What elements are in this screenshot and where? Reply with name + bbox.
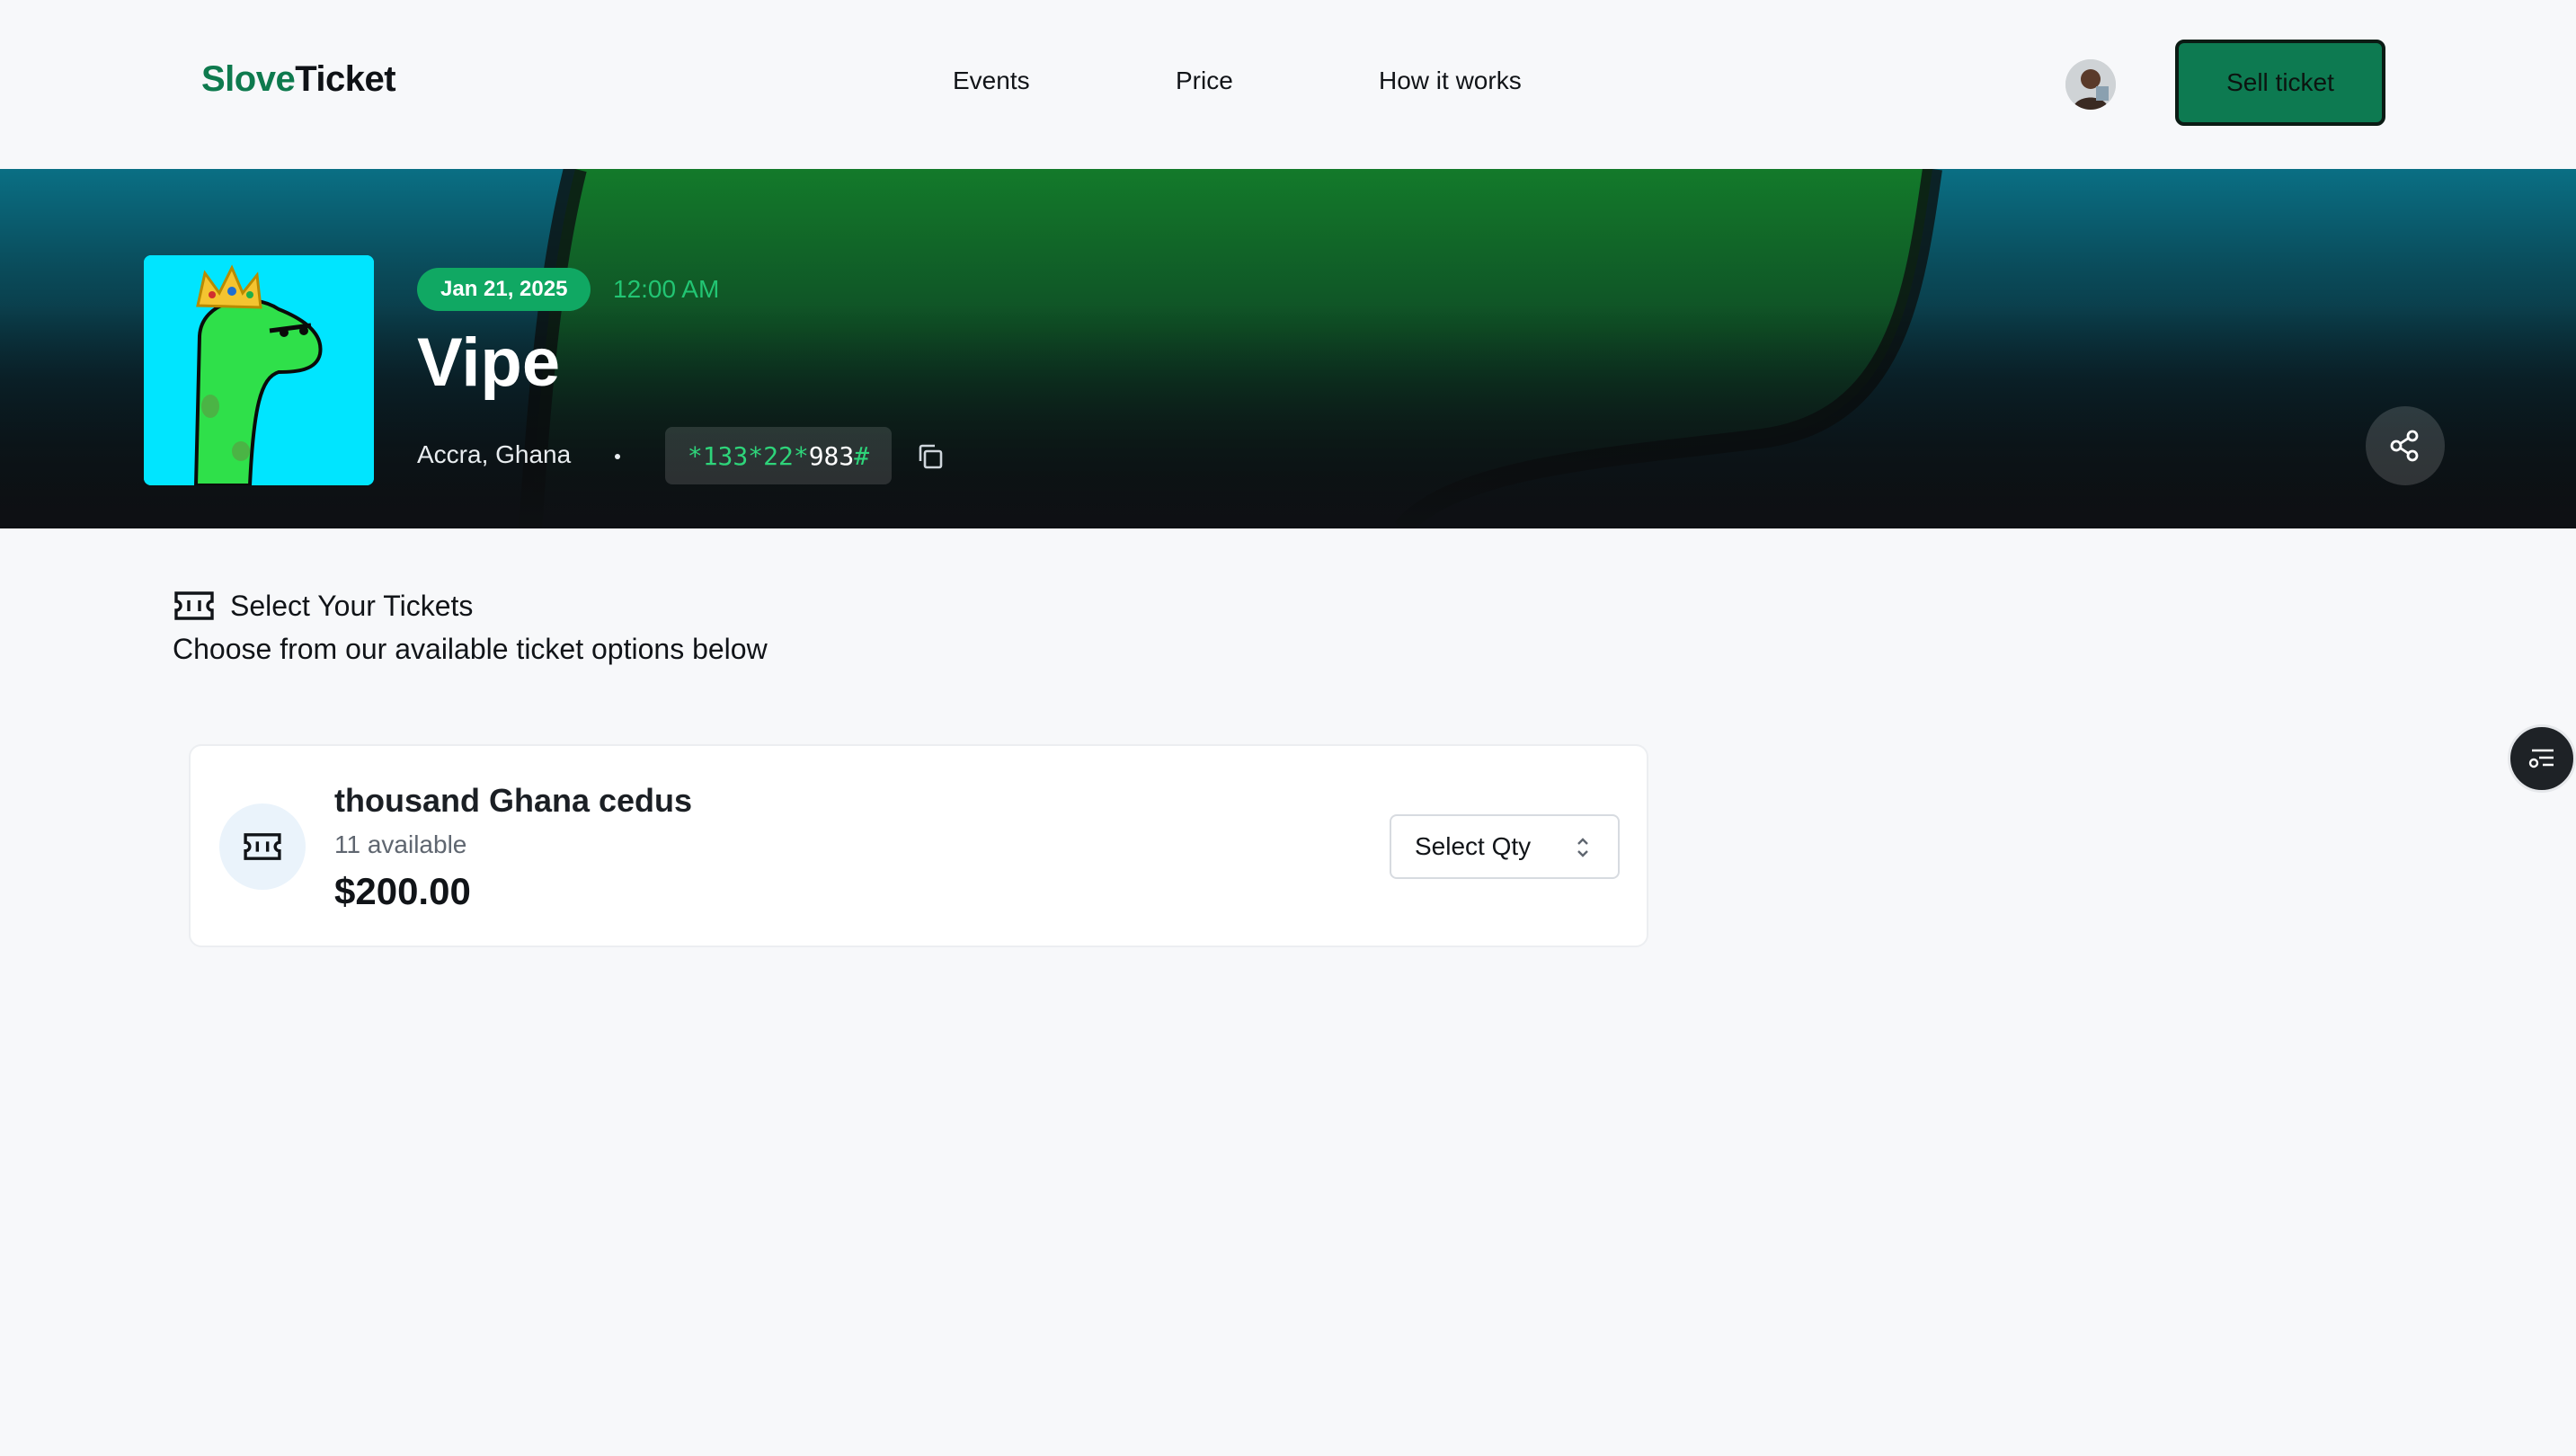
brand-logo-part1: Slove [201, 59, 296, 99]
ticket-option-card: thousand Ghana cedus 11 available $200.0… [189, 744, 1648, 947]
ticket-name: thousand Ghana cedus [334, 782, 693, 819]
copy-icon[interactable] [915, 441, 946, 472]
ticket-availability: 11 available [334, 830, 467, 858]
section-subtitle: Choose from our available ticket options… [173, 633, 768, 665]
ussd-code-suffix: # [854, 440, 870, 471]
section-title: Select Your Tickets [230, 590, 474, 622]
ticket-icon [173, 590, 216, 622]
separator-dot [615, 454, 620, 459]
brand-logo[interactable]: SloveTicket [201, 59, 396, 100]
ticket-icon [244, 833, 281, 860]
chevron-updown-icon [1577, 838, 1588, 857]
quantity-select-label: Select Qty [1415, 832, 1532, 860]
ticket-price: $200.00 [334, 870, 471, 912]
ussd-code-number: 983 [808, 440, 855, 471]
event-time: 12:00 AM [613, 275, 720, 303]
share-button[interactable] [2366, 406, 2445, 485]
share-icon [2390, 430, 2419, 462]
event-thumbnail [144, 255, 374, 485]
nav-item-price[interactable]: Price [1176, 67, 1233, 95]
event-title: Vipe [417, 324, 561, 401]
filter-icon [2528, 749, 2554, 768]
nav-item-how-it-works[interactable]: How it works [1379, 67, 1522, 95]
ussd-code-box: *133*22* 983 # [665, 427, 892, 484]
hero-background-art [0, 169, 2576, 528]
sell-ticket-button[interactable]: Sell ticket [2175, 40, 2385, 126]
quantity-select[interactable]: Select Qty [1390, 814, 1620, 879]
nav-item-events[interactable]: Events [953, 67, 1030, 95]
floating-filter-button[interactable] [2508, 724, 2576, 793]
event-location: Accra, Ghana [417, 440, 572, 468]
event-date-badge: Jan 21, 2025 [417, 268, 591, 311]
brand-logo-part2: Ticket [295, 59, 396, 99]
ussd-code-prefix: *133*22* [687, 440, 809, 471]
event-hero-banner: Jan 21, 2025 12:00 AM Vipe Accra, Ghana … [0, 169, 2576, 528]
ticket-type-icon [219, 803, 306, 890]
user-avatar[interactable] [2065, 59, 2116, 110]
top-navbar: SloveTicket Events Price How it works Se… [0, 0, 2576, 169]
